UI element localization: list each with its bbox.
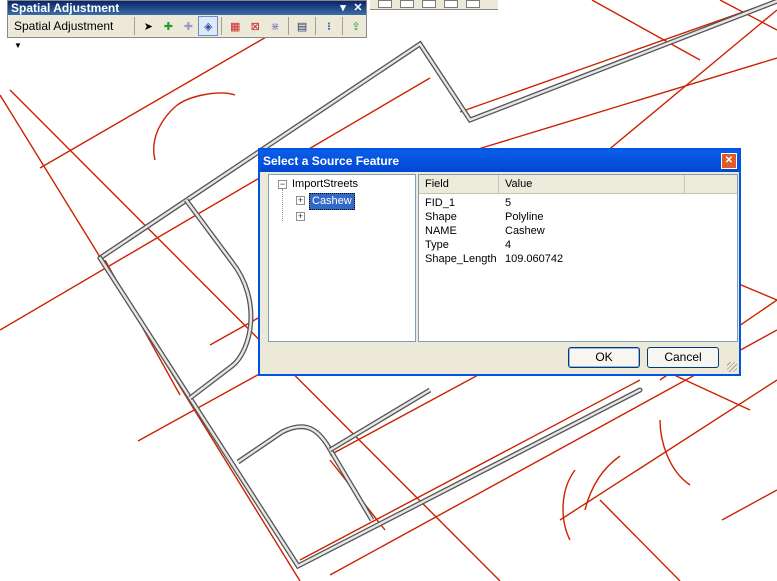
new-limited-adjustment-icon[interactable]: ⊠: [245, 16, 265, 36]
dialog-title: Select a Source Feature: [263, 154, 400, 168]
edge-match-icon[interactable]: ⁝: [319, 16, 339, 36]
toolbar-title: Spatial Adjustment: [11, 1, 120, 15]
spatial-adjustment-menu[interactable]: Spatial Adjustment ▼: [11, 17, 127, 50]
select-source-feature-dialog: Select a Source Feature ✕ − ImportStreet…: [258, 148, 741, 376]
toolbar-separator: [342, 17, 344, 35]
toolbar-button-icon[interactable]: [400, 0, 414, 8]
feature-tree[interactable]: − ImportStreets + Cashew +: [268, 174, 416, 342]
field-value: Cashew: [505, 225, 545, 237]
spatial-adjustment-menu-label: Spatial Adjustment: [14, 19, 114, 33]
cancel-button[interactable]: Cancel: [647, 347, 719, 368]
field-value: 109.060742: [505, 253, 564, 265]
tree-node-label: ImportStreets: [292, 178, 359, 190]
column-header-value[interactable]: Value: [499, 175, 685, 193]
standard-toolbar-fragment: [370, 0, 498, 10]
field-value: Polyline: [505, 211, 544, 223]
select-source-features-icon[interactable]: ◈: [198, 16, 219, 36]
table-row: Shape_Length 109.060742: [419, 252, 737, 266]
field-name: Shape_Length: [425, 253, 497, 265]
toolbar-separator: [134, 17, 136, 35]
field-name: Shape: [425, 211, 457, 223]
collapse-icon[interactable]: −: [278, 180, 287, 189]
tree-node-cashew[interactable]: + Cashew: [269, 193, 415, 210]
new-identity-link-icon[interactable]: ⋇: [265, 16, 285, 36]
grid-header: Field Value: [419, 175, 737, 194]
field-name: FID_1: [425, 197, 455, 209]
toolbar-separator: [288, 17, 290, 35]
field-name: Type: [425, 239, 449, 251]
field-value: 4: [505, 239, 512, 251]
expand-icon[interactable]: +: [296, 212, 305, 221]
field-name: NAME: [425, 225, 457, 237]
table-row: NAME Cashew: [419, 224, 737, 238]
tree-node-root[interactable]: − ImportStreets: [269, 177, 415, 192]
ok-button[interactable]: OK: [568, 347, 640, 368]
toolbar-close-icon[interactable]: ✕: [351, 1, 365, 15]
dialog-titlebar[interactable]: Select a Source Feature ✕: [260, 150, 739, 172]
new-displacement-link-icon[interactable]: ✚: [158, 16, 178, 36]
new-multiple-links-icon[interactable]: ▦: [225, 16, 245, 36]
table-row: FID_1 5: [419, 196, 737, 210]
toolbar-titlebar[interactable]: Spatial Adjustment ▾ ✕: [8, 1, 366, 15]
toolbar-separator: [221, 17, 223, 35]
close-icon[interactable]: ✕: [721, 153, 737, 169]
toolbar-button-icon[interactable]: [378, 0, 392, 8]
spatial-adjustment-toolbar: Spatial Adjustment ▾ ✕ Spatial Adjustmen…: [7, 0, 367, 50]
tree-node-unnamed[interactable]: +: [269, 209, 415, 224]
view-link-table-icon[interactable]: ▤: [292, 16, 312, 36]
table-row: Shape Polyline: [419, 210, 737, 224]
toolbar-button-icon[interactable]: [466, 0, 480, 8]
toolbar-options-icon[interactable]: ▾: [336, 1, 350, 15]
chevron-down-icon: ▼: [14, 41, 22, 50]
field-value: 5: [505, 197, 512, 209]
attribute-grid[interactable]: Field Value FID_1 5 Shape Polyline NAME …: [418, 174, 738, 342]
expand-icon[interactable]: +: [296, 196, 305, 205]
toolbar-row: Spatial Adjustment ▼ ➤ ✚ ✚ ◈ ▦ ⊠ ⋇ ▤ ⁝ ⇪: [8, 15, 366, 50]
toolbar-separator: [315, 17, 317, 35]
tree-node-label: Cashew: [309, 193, 355, 210]
resize-grip-icon[interactable]: [727, 362, 737, 372]
column-header-field[interactable]: Field: [419, 175, 499, 193]
attribute-transfer-icon[interactable]: ⇪: [346, 16, 366, 36]
modify-link-icon[interactable]: ✚: [178, 16, 198, 36]
toolbar-button-icon[interactable]: [422, 0, 436, 8]
select-elements-icon[interactable]: ➤: [138, 16, 158, 36]
table-row: Type 4: [419, 238, 737, 252]
toolbar-button-icon[interactable]: [444, 0, 458, 8]
